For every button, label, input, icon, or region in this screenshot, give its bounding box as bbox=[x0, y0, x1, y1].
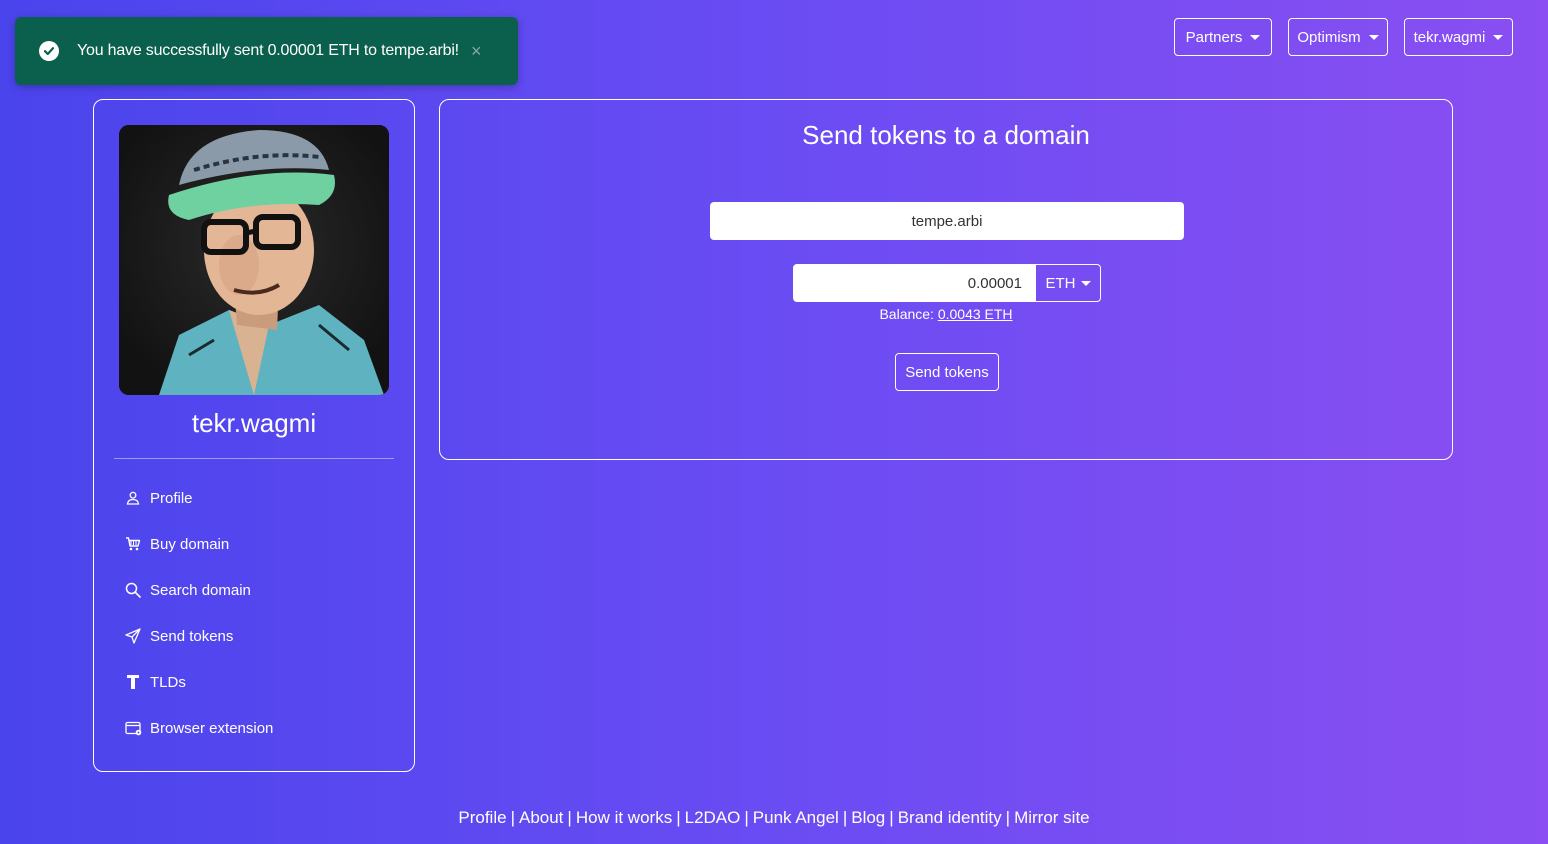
account-dropdown[interactable]: tekr.wagmi bbox=[1404, 18, 1513, 56]
caret-down-icon bbox=[1250, 34, 1261, 40]
amount-input[interactable] bbox=[793, 264, 1036, 302]
close-icon[interactable]: × bbox=[471, 42, 482, 60]
caret-down-icon bbox=[1493, 34, 1504, 40]
sidebar-item-label: Profile bbox=[150, 489, 193, 507]
sidebar-item-label: Send tokens bbox=[150, 627, 234, 645]
footer-separator: | bbox=[842, 808, 848, 827]
sidebar-item-profile[interactable]: Profile bbox=[124, 486, 193, 510]
sidebar-item-tlds[interactable]: TLDs bbox=[124, 670, 186, 694]
send-tokens-button[interactable]: Send tokens bbox=[895, 353, 999, 391]
divider bbox=[114, 458, 394, 459]
footer-link-l2dao[interactable]: L2DAO bbox=[685, 808, 741, 827]
footer-separator: | bbox=[510, 808, 515, 827]
network-dropdown[interactable]: Optimism bbox=[1288, 18, 1388, 56]
toast-message: You have successfully sent 0.00001 ETH t… bbox=[77, 42, 459, 59]
sidebar-item-browser-extension[interactable]: Browser extension bbox=[124, 716, 273, 740]
footer-link-mirror-site[interactable]: Mirror site bbox=[1014, 808, 1090, 827]
sidebar-item-label: Search domain bbox=[150, 581, 251, 599]
footer-link-blog[interactable]: Blog bbox=[851, 808, 885, 827]
sidebar-item-buy-domain[interactable]: Buy domain bbox=[124, 532, 229, 556]
check-circle-icon bbox=[39, 41, 59, 61]
sidebar-item-send-tokens[interactable]: Send tokens bbox=[124, 624, 233, 648]
footer-link-punk-angel[interactable]: Punk Angel bbox=[753, 808, 839, 827]
person-icon bbox=[124, 489, 142, 507]
footer-link-how-it-works[interactable]: How it works bbox=[576, 808, 672, 827]
success-toast: You have successfully sent 0.00001 ETH t… bbox=[15, 17, 518, 85]
caret-down-icon bbox=[1080, 280, 1091, 286]
domain-input[interactable] bbox=[710, 202, 1184, 240]
footer-link-about[interactable]: About bbox=[519, 808, 563, 827]
footer-link-profile[interactable]: Profile bbox=[458, 808, 506, 827]
footer-separator: | bbox=[567, 808, 572, 827]
partners-dropdown[interactable]: Partners bbox=[1174, 18, 1272, 56]
cart-icon bbox=[124, 535, 142, 553]
partners-label: Partners bbox=[1185, 28, 1243, 46]
footer-separator: | bbox=[676, 808, 681, 827]
balance-label: Balance: bbox=[879, 306, 934, 322]
footer-separator: | bbox=[744, 808, 749, 827]
footer-separator: | bbox=[889, 808, 894, 827]
token-select-dropdown[interactable]: ETH bbox=[1035, 264, 1101, 302]
sidebar-item-label: TLDs bbox=[150, 673, 186, 691]
page-title: Send tokens to a domain bbox=[802, 120, 1090, 150]
send-icon bbox=[124, 627, 142, 645]
sidebar-item-search-domain[interactable]: Search domain bbox=[124, 578, 251, 602]
search-icon bbox=[124, 581, 142, 599]
account-label: tekr.wagmi bbox=[1413, 28, 1486, 46]
profile-sidebar: tekr.wagmi Profile Buy domain Search dom… bbox=[93, 99, 415, 772]
footer-link-brand-identity[interactable]: Brand identity bbox=[898, 808, 1002, 827]
tld-icon bbox=[124, 673, 142, 691]
avatar bbox=[119, 125, 389, 395]
token-label: ETH bbox=[1045, 274, 1076, 292]
send-tokens-panel: Send tokens to a domain ETH Balance: 0.0… bbox=[439, 99, 1453, 460]
sidebar-item-label: Buy domain bbox=[150, 535, 230, 553]
caret-down-icon bbox=[1368, 34, 1379, 40]
balance-text: Balance: 0.0043 ETH bbox=[440, 306, 1452, 322]
profile-username: tekr.wagmi bbox=[191, 408, 317, 438]
balance-link[interactable]: 0.0043 ETH bbox=[938, 306, 1013, 322]
network-label: Optimism bbox=[1297, 28, 1361, 46]
browser-icon bbox=[124, 719, 142, 737]
sidebar-item-label: Browser extension bbox=[150, 719, 274, 737]
footer-links: Profile | About | How it works | L2DAO | Punk An… bbox=[0, 808, 1548, 828]
footer-separator: | bbox=[1005, 808, 1011, 827]
